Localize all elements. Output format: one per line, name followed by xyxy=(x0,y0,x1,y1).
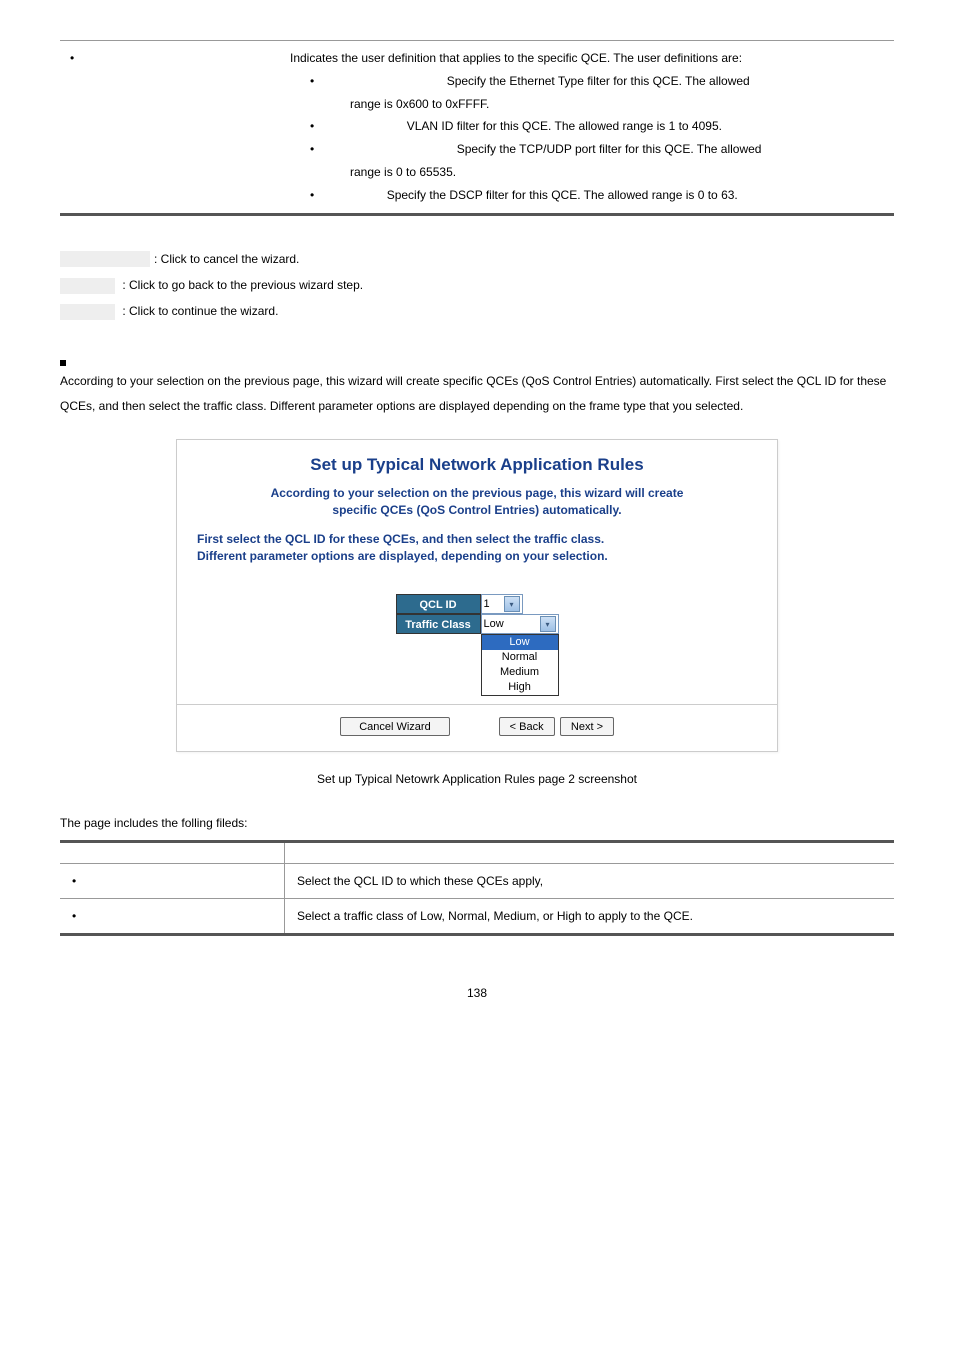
row1-object: • xyxy=(60,864,285,899)
wizard-subtitle-2: First select the QCL ID for these QCEs, … xyxy=(197,531,757,565)
cancel-wizard-button-image xyxy=(60,251,150,267)
section-heading xyxy=(60,355,894,369)
dropdown-option-normal[interactable]: Normal xyxy=(482,650,558,665)
wizard-divider xyxy=(177,704,777,705)
wizard-button-row: Cancel Wizard < Back Next > xyxy=(197,717,757,736)
cancel-help-line: : Click to cancel the wizard. xyxy=(60,246,894,272)
table-header-row xyxy=(60,842,894,864)
square-bullet-icon xyxy=(60,360,66,366)
sub-item: • Specify the DSCP filter for this QCE. … xyxy=(290,184,884,207)
wizard-subtitle-1: According to your selection on the previ… xyxy=(197,485,757,519)
qcl-id-select[interactable]: 1 ▾ xyxy=(481,594,523,614)
page-number: 138 xyxy=(60,986,894,1000)
table-row: • Select the QCL ID to which these QCEs … xyxy=(60,864,894,899)
traffic-class-label: Traffic Class xyxy=(396,614,481,634)
qcl-id-label: QCL ID xyxy=(396,594,481,614)
button-help-section: : Click to cancel the wizard. : Click to… xyxy=(60,246,894,325)
sub-item: • Specify the TCP/UDP port filter for th… xyxy=(290,138,884,161)
dropdown-option-low[interactable]: Low xyxy=(482,635,558,650)
traffic-class-dropdown[interactable]: Low Normal Medium High xyxy=(481,634,559,696)
row2-object: • xyxy=(60,899,285,935)
back-button-image xyxy=(60,278,115,294)
back-button[interactable]: < Back xyxy=(499,717,555,736)
chevron-down-icon: ▾ xyxy=(540,616,556,632)
intro-text: Indicates the user definition that appli… xyxy=(290,47,884,70)
next-help-line: : Click to continue the wizard. xyxy=(60,298,894,324)
table2-intro: The page includes the folling fileds: xyxy=(60,816,894,830)
sub-item: • VLAN ID filter for this QCE. The allow… xyxy=(290,115,884,138)
header-description xyxy=(285,842,895,864)
wizard-screenshot: Set up Typical Network Application Rules… xyxy=(176,439,778,752)
chevron-down-icon: ▾ xyxy=(504,596,520,612)
cancel-wizard-button[interactable]: Cancel Wizard xyxy=(340,717,450,736)
back-help-line: : Click to go back to the previous wizar… xyxy=(60,272,894,298)
dropdown-option-high[interactable]: High xyxy=(482,680,558,695)
next-button-image xyxy=(60,304,115,320)
fields-table: • Select the QCL ID to which these QCEs … xyxy=(60,840,894,936)
table-left-cell: • xyxy=(60,41,280,215)
sub-item: • Specify the Ethernet Type filter for t… xyxy=(290,70,884,93)
table-row: • Select a traffic class of Low, Normal,… xyxy=(60,899,894,935)
wizard-form: QCL ID Traffic Class 1 ▾ Low ▾ Low Norma… xyxy=(197,594,757,634)
row1-desc: Select the QCL ID to which these QCEs ap… xyxy=(285,864,895,899)
next-button[interactable]: Next > xyxy=(560,717,614,736)
dropdown-option-medium[interactable]: Medium xyxy=(482,665,558,680)
table-right-cell: Indicates the user definition that appli… xyxy=(280,41,894,215)
wizard-title: Set up Typical Network Application Rules xyxy=(197,455,757,475)
traffic-class-select[interactable]: Low ▾ xyxy=(481,614,559,634)
screenshot-caption: Set up Typical Netowrk Application Rules… xyxy=(60,772,894,786)
row2-desc: Select a traffic class of Low, Normal, M… xyxy=(285,899,895,935)
user-definition-table: • Indicates the user definition that app… xyxy=(60,40,894,216)
description-paragraph: According to your selection on the previ… xyxy=(60,369,894,419)
header-object xyxy=(60,842,285,864)
